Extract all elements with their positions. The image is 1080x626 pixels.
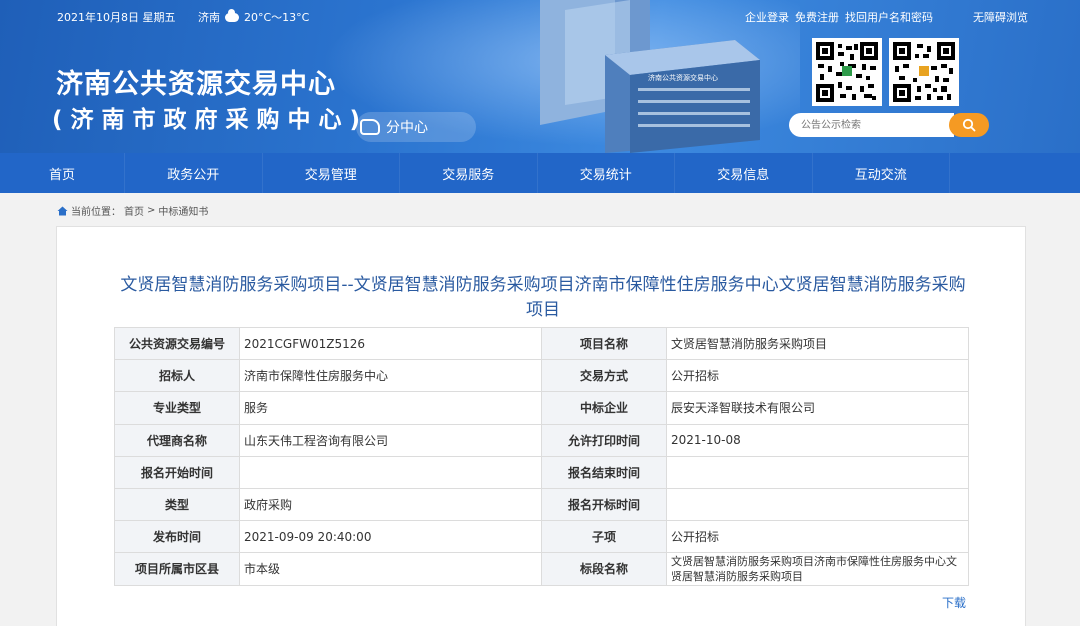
site-header: 济南公共资源交易中心 2021年10月8日 星期五 济南 20°C～13°C 企… [0, 0, 1080, 153]
nav-transaction-statistics[interactable]: 交易统计 [538, 153, 675, 193]
field-value: 辰安天泽智联技术有限公司 [666, 391, 969, 425]
main-nav: 首页 政务公开 交易管理 交易服务 交易统计 交易信息 互动交流 [0, 153, 1080, 193]
search-button[interactable] [949, 113, 989, 137]
site-title: 济南公共资源交易中心 [56, 69, 336, 100]
nav-interaction[interactable]: 互动交流 [813, 153, 950, 193]
login-link[interactable]: 企业登录 [745, 9, 789, 25]
recover-account-link[interactable]: 找回用户名和密码 [845, 9, 933, 25]
field-value [239, 455, 542, 489]
breadcrumb-home[interactable]: 首页 [124, 203, 144, 218]
table-row: 项目所属市区县 市本级 标段名称 文贤居智慧消防服务采购项目济南市保障性住房服务中心文… [114, 552, 969, 586]
weather: 济南 20°C～13°C [198, 8, 310, 25]
info-table: 公共资源交易编号 2021CGFW01Z5126 项目名称 文贤居智慧消防服务采购项目… [114, 326, 969, 586]
field-label: 代理商名称 [114, 423, 240, 457]
field-label: 报名开始时间 [114, 455, 240, 489]
top-bar: 2021年10月8日 星期五 济南 20°C～13°C 企业登录 免费注册 找回… [0, 0, 1080, 30]
field-label: 专业类型 [114, 391, 240, 425]
field-value: 2021-09-09 20:40:00 [239, 520, 542, 554]
field-value: 市本级 [239, 552, 542, 586]
nav-home[interactable]: 首页 [0, 153, 125, 193]
nav-government-affairs[interactable]: 政务公开 [125, 153, 263, 193]
search-icon [962, 118, 976, 132]
table-row: 发布时间 2021-09-09 20:40:00 子项 公开招标 [114, 520, 969, 554]
table-row: 专业类型 服务 中标企业 辰安天泽智联技术有限公司 [114, 391, 969, 425]
search-bar [789, 113, 989, 137]
search-input[interactable] [789, 113, 954, 137]
site-subtitle: (济南市政府采购中心) [52, 107, 369, 133]
city-text: 济南 [198, 11, 220, 24]
cloud-icon [225, 8, 239, 22]
breadcrumb: 当前位置： 首页 > 中标通知书 [57, 203, 208, 218]
subcenter-button[interactable]: 分中心 [356, 112, 476, 142]
field-value: 山东天伟工程咨询有限公司 [239, 423, 542, 457]
field-value: 文贤居智慧消防服务采购项目 [666, 326, 969, 361]
field-value: 文贤居智慧消防服务采购项目济南市保障性住房服务中心文贤居智慧消防服务采购项目 [666, 552, 969, 586]
table-row: 报名开始时间 报名结束时间 [114, 455, 969, 489]
table-row: 招标人 济南市保障性住房服务中心 交易方式 公开招标 [114, 359, 969, 393]
field-label: 子项 [541, 520, 667, 554]
qr-code-icon [893, 42, 955, 102]
field-value: 公开招标 [666, 359, 969, 393]
field-label: 项目所属市区县 [114, 552, 240, 586]
accessibility-link[interactable]: 无障碍浏览 [973, 9, 1028, 25]
breadcrumb-prefix: 当前位置： [71, 207, 121, 218]
field-value: 服务 [239, 391, 542, 425]
field-label: 报名结束时间 [541, 455, 667, 489]
field-value: 济南市保障性住房服务中心 [239, 359, 542, 393]
table-row: 类型 政府采购 报名开标时间 [114, 487, 969, 522]
breadcrumb-separator: > [147, 205, 156, 216]
subcenter-label: 分中心 [386, 120, 428, 136]
account-links: 企业登录 免费注册 找回用户名和密码 [745, 9, 933, 25]
field-label: 标段名称 [541, 552, 667, 586]
nav-transaction-management[interactable]: 交易管理 [263, 153, 400, 193]
field-label: 发布时间 [114, 520, 240, 554]
document-title: 文贤居智慧消防服务采购项目--文贤居智慧消防服务采购项目济南市保障性住房服务中心… [120, 275, 966, 320]
date-text: 2021年10月8日 星期五 [57, 11, 176, 24]
temperature-text: 20°C～13°C [244, 11, 310, 24]
nav-transaction-info[interactable]: 交易信息 [675, 153, 813, 193]
nav-transaction-services[interactable]: 交易服务 [400, 153, 538, 193]
field-label: 公共资源交易编号 [114, 326, 240, 361]
home-icon [57, 206, 68, 215]
hand-icon [360, 119, 380, 135]
breadcrumb-current: 中标通知书 [158, 207, 209, 218]
building-sign: 济南公共资源交易中心 [648, 73, 718, 82]
field-label: 交易方式 [541, 359, 667, 393]
register-link[interactable]: 免费注册 [795, 9, 839, 25]
field-label: 项目名称 [541, 326, 667, 361]
field-value [666, 487, 969, 522]
field-value: 2021CGFW01Z5126 [239, 326, 542, 361]
content-panel: 文贤居智慧消防服务采购项目--文贤居智慧消防服务采购项目济南市保障性住房服务中心… [56, 226, 1026, 626]
field-value: 政府采购 [239, 487, 542, 522]
field-value: 公开招标 [666, 520, 969, 554]
field-value: 2021-10-08 [666, 423, 969, 457]
field-label: 招标人 [114, 359, 240, 393]
table-row: 公共资源交易编号 2021CGFW01Z5126 项目名称 文贤居智慧消防服务采购项目 [114, 326, 969, 361]
table-row: 代理商名称 山东天伟工程咨询有限公司 允许打印时间 2021-10-08 [114, 423, 969, 457]
field-label: 允许打印时间 [541, 423, 667, 457]
field-label: 中标企业 [541, 391, 667, 425]
field-label: 报名开标时间 [541, 487, 667, 522]
download-link[interactable]: 下载 [942, 594, 966, 611]
qr-code-2 [889, 38, 959, 106]
field-label: 类型 [114, 487, 240, 522]
field-value [666, 455, 969, 489]
qr-code-icon [816, 42, 878, 102]
qr-code-1 [812, 38, 882, 106]
